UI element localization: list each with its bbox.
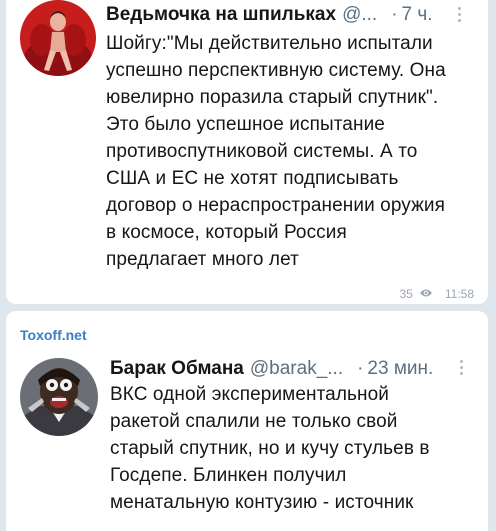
tweet-time[interactable]: 23 мин. (367, 358, 433, 379)
tweet-time[interactable]: 7 ч. (402, 4, 433, 25)
author-name[interactable]: Барак Обмана (110, 358, 244, 379)
author-avatar[interactable] (20, 358, 98, 436)
separator-dot: · (357, 358, 364, 379)
tweet-header: Барак Обмана @barak_... · 23 мин. (110, 358, 433, 380)
channel-name[interactable]: Toxoff.net (20, 327, 87, 343)
separator-dot: · (391, 4, 398, 25)
eye-icon (419, 287, 433, 301)
tweet-text: Шойгу:"Мы действительно испытали успешно… (106, 33, 446, 270)
message-time: 11:58 (444, 287, 474, 301)
more-vertical-icon[interactable] (458, 7, 462, 25)
author-name[interactable]: Ведьмочка на шпильках (106, 4, 336, 25)
author-avatar[interactable] (20, 0, 96, 76)
tweet-header: Ведьмочка на шпильках @... · 7 ч. (106, 4, 433, 26)
more-vertical-icon[interactable] (460, 360, 464, 378)
message-card-1: Ведьмочка на шпильках @... · 7 ч. Шойгу:"Мы… (6, 0, 488, 304)
author-handle[interactable]: @... (342, 4, 377, 25)
message-meta: 35 11:58 (400, 287, 475, 301)
view-count: 35 (399, 287, 413, 301)
tweet-text: ВКС одной экспериментальной ракетой спал… (110, 384, 430, 513)
message-card-2: Toxoff.net Барак Обмана @barak_... · 23 мин… (6, 311, 488, 531)
author-handle[interactable]: @barak_... (250, 358, 343, 379)
